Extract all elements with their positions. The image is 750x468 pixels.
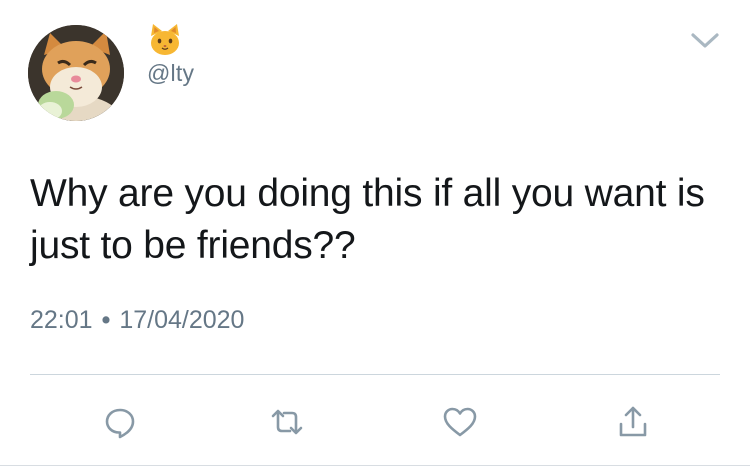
author-handle[interactable]: @lty xyxy=(147,60,194,87)
cat-face-emoji-icon xyxy=(151,24,179,55)
timestamp-separator: • xyxy=(101,306,111,334)
bottom-border xyxy=(0,465,750,466)
tweet-date: 17/04/2020 xyxy=(119,306,245,334)
reply-icon[interactable] xyxy=(100,402,140,442)
share-icon[interactable] xyxy=(613,402,653,442)
chevron-down-icon[interactable] xyxy=(686,26,724,54)
avatar-image xyxy=(28,25,124,121)
tweet-text: Why are you doing this if all you want i… xyxy=(30,172,705,267)
divider xyxy=(30,374,720,375)
heart-icon[interactable] xyxy=(440,402,480,442)
avatar[interactable] xyxy=(28,25,124,121)
tweet-timestamp[interactable]: 22:01 • 17/04/2020 xyxy=(30,306,244,335)
retweet-icon[interactable] xyxy=(267,402,307,442)
tweet-time: 22:01 xyxy=(30,306,93,334)
